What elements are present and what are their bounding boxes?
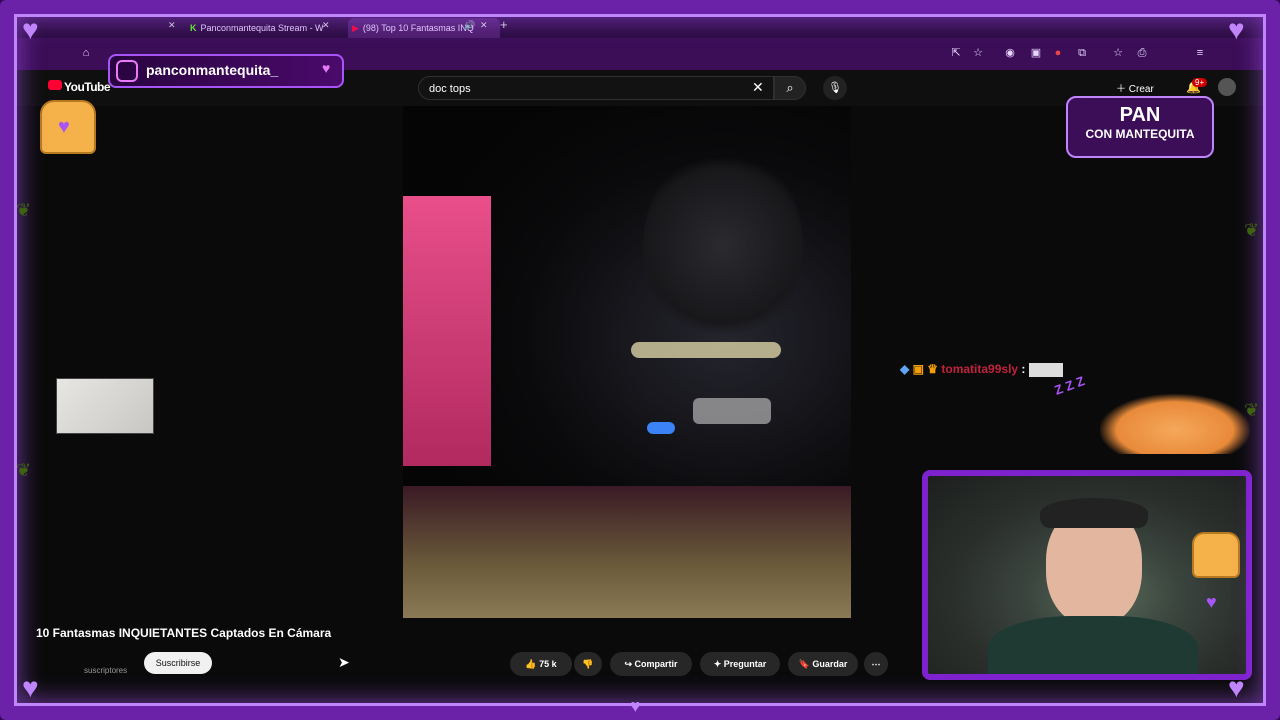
- close-tab-icon[interactable]: ✕: [168, 20, 176, 31]
- heart-icon: ♥: [1228, 14, 1245, 45]
- logo-line-1: PAN: [1119, 104, 1161, 126]
- share-button[interactable]: ↪ Compartir: [610, 652, 692, 676]
- chat-message: ◆ ▣ ♛ tomatita99sly :: [900, 362, 1063, 380]
- heart-icon: ♥: [58, 116, 70, 138]
- extension-icon[interactable]: ◉: [1004, 47, 1016, 59]
- heart-icon: ♥: [22, 14, 39, 45]
- instagram-handle: panconmantequita_: [146, 62, 279, 78]
- chat-username: tomatita99sly: [941, 362, 1019, 376]
- youtube-logo-text[interactable]: YouTube: [64, 80, 111, 94]
- plus-icon: ＋: [1116, 84, 1126, 95]
- video-thumbnail[interactable]: [56, 378, 154, 434]
- instagram-icon: [116, 60, 138, 82]
- close-tab-icon[interactable]: ✕: [480, 20, 488, 31]
- video-player[interactable]: [403, 106, 851, 618]
- favorites-icon[interactable]: ☆: [1112, 47, 1124, 59]
- dislike-button[interactable]: 👎: [574, 652, 602, 676]
- video-phone-screen: [403, 196, 491, 466]
- leaf-icon: ❦: [16, 200, 32, 220]
- ask-button[interactable]: ✦ Preguntar: [700, 652, 780, 676]
- chat-separator: :: [1021, 362, 1026, 376]
- subscribe-button[interactable]: Suscribirse: [144, 652, 212, 674]
- leaf-icon: ❦: [1244, 400, 1260, 420]
- leaf-icon: ❦: [16, 460, 32, 480]
- streamer-hoodie: [988, 616, 1198, 674]
- logo-line-2: CON MANTEQUITA: [1085, 127, 1195, 141]
- search-input[interactable]: doc tops: [418, 76, 774, 100]
- chat-emote: [1028, 362, 1063, 377]
- crown-icon: ♛: [927, 362, 939, 376]
- browser-tab-bar: ✕ K Panconmantequita Stream - W ✕ ▶ (98) T…: [14, 14, 1266, 38]
- bookmark-star-icon[interactable]: ☆: [972, 47, 984, 59]
- heart-icon: ♥: [1228, 672, 1245, 703]
- extension-icon[interactable]: ●: [1052, 47, 1064, 59]
- more-dots-icon: ⋯: [871, 659, 881, 669]
- video-dashboard-blur: [403, 486, 851, 618]
- search-icon: ⌕: [786, 80, 794, 95]
- video-light-reflection: [693, 398, 771, 424]
- heart-icon: ♥: [630, 696, 641, 716]
- close-tab-icon[interactable]: ✕: [322, 20, 330, 31]
- menu-icon[interactable]: ≡: [1194, 47, 1206, 59]
- mouse-cursor-icon: ➤: [338, 654, 350, 670]
- youtube-icon: ▶: [352, 23, 359, 33]
- leaf-icon: ❦: [1244, 220, 1260, 240]
- sleeping-cat-icon: [1100, 394, 1250, 454]
- home-icon[interactable]: ⌂: [80, 47, 92, 59]
- share-icon: ↪: [624, 659, 632, 669]
- notification-badge: 9+: [1192, 78, 1208, 87]
- avatar[interactable]: [1218, 78, 1236, 96]
- thumbs-up-icon: 👍: [525, 659, 537, 669]
- badge-icon: ◆: [900, 362, 910, 376]
- subscriber-count: suscriptores: [84, 666, 128, 675]
- tab-kick-stream[interactable]: K Panconmantequita Stream - W: [190, 18, 330, 38]
- speaker-icon[interactable]: 🔊: [464, 20, 475, 31]
- install-icon[interactable]: ⇱: [950, 47, 962, 59]
- tab-youtube-video[interactable]: ▶ (98) Top 10 Fantasmas INQ: [348, 18, 500, 38]
- puzzle-icon[interactable]: ⧉: [1076, 47, 1088, 59]
- print-icon[interactable]: ⎙: [1136, 47, 1148, 59]
- heart-icon: ♥: [22, 672, 39, 703]
- video-blue-led: [647, 422, 675, 434]
- search-button[interactable]: ⌕: [774, 76, 806, 100]
- microphone-icon: 🎙: [828, 82, 842, 94]
- kick-icon: K: [190, 23, 197, 33]
- clear-search-icon[interactable]: ✕: [752, 79, 764, 96]
- badge-icon: ▣: [912, 362, 924, 376]
- voice-search-button[interactable]: 🎙: [823, 76, 847, 100]
- bookmark-icon: 🔖: [798, 659, 810, 669]
- new-tab-icon[interactable]: +: [500, 17, 508, 32]
- like-button[interactable]: 👍 75 k: [510, 652, 572, 676]
- extension-icon[interactable]: ▣: [1030, 47, 1042, 59]
- thumbs-down-icon: 👎: [582, 659, 594, 669]
- toast-mascot-icon: ♥: [40, 100, 96, 154]
- video-light-strip: [631, 342, 781, 358]
- video-camera-lens: [643, 146, 803, 346]
- channel-logo-badge: PAN CON MANTEQUITA: [1066, 96, 1214, 158]
- save-button[interactable]: 🔖 Guardar: [788, 652, 858, 676]
- youtube-logo-icon[interactable]: [48, 80, 62, 90]
- more-actions-button[interactable]: ⋯: [864, 652, 888, 676]
- sparkle-icon: ✦: [713, 659, 722, 669]
- heart-icon: ♥: [322, 60, 331, 76]
- toast-charm-icon: [1192, 532, 1240, 578]
- heart-icon: ♥: [1206, 592, 1217, 612]
- streamer-bandana: [1040, 498, 1148, 528]
- tab-blank[interactable]: [84, 18, 174, 38]
- video-title: 10 Fantasmas INQUIETANTES Captados En Cá…: [36, 626, 332, 640]
